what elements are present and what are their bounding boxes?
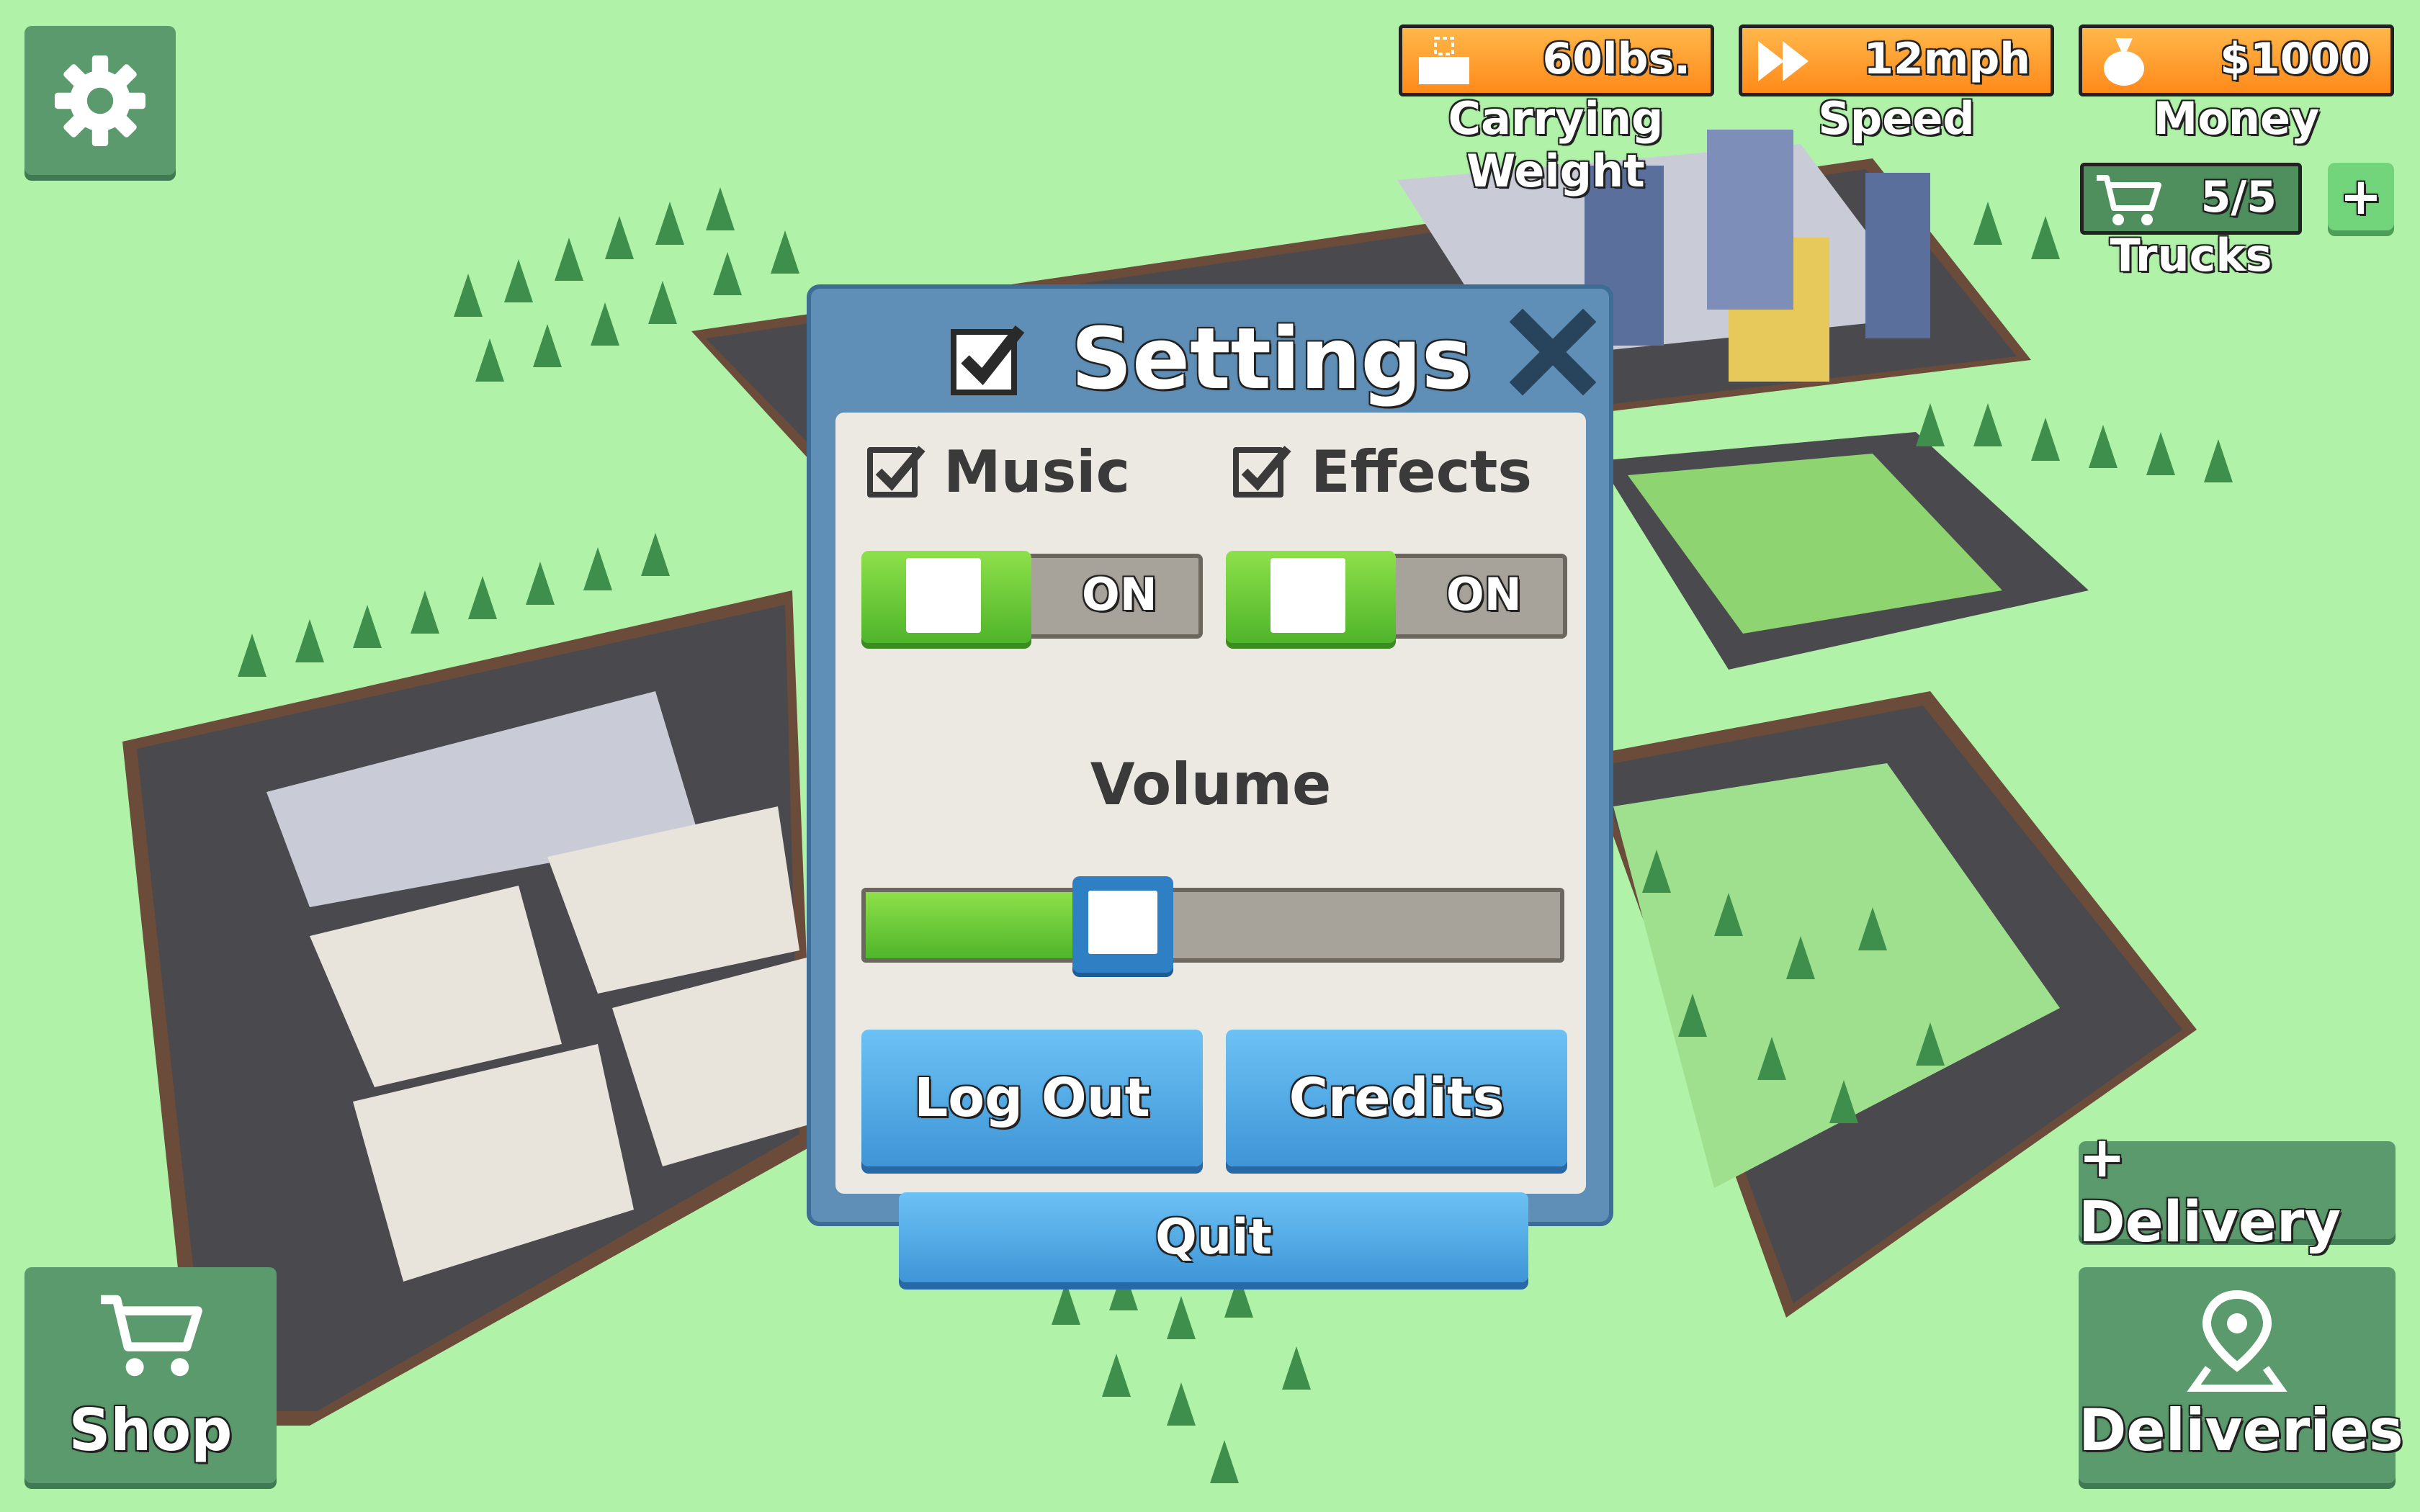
map-pin-icon [2187,1290,2287,1392]
carrying-weight-value: 60lbs. [1542,34,1690,84]
settings-title: Settings [811,309,1609,408]
trucks-value: 5/5 [2200,172,2277,222]
weight-box-icon [1419,37,1469,84]
trucks-box: 5/5 [2080,163,2302,235]
fast-forward-icon [1758,41,1809,81]
effects-checkbox[interactable] [1233,446,1291,498]
settings-dialog: Settings Music Effects ON ON Volume Log … [807,284,1613,1282]
tower-3 [1865,173,1930,338]
speed-box: 12mph [1739,24,2054,96]
shop-label: Shop [68,1397,233,1464]
add-truck-button[interactable]: + [2328,163,2394,230]
deliveries-label: Deliveries [2079,1397,2403,1464]
speed-label: Speed [1818,92,1975,145]
gear-icon [55,55,145,146]
close-icon[interactable] [1510,309,1596,395]
music-label: Music [944,438,1131,505]
cart-icon [2097,175,2161,225]
shop-button[interactable]: Shop [24,1267,277,1483]
check-icon [1241,446,1291,491]
effects-toggle-knob[interactable] [1270,558,1345,633]
money-value: $1000 [2220,34,2370,84]
carrying-weight-label: Carrying Weight [1448,92,1664,197]
settings-title-text: Settings [1071,309,1473,408]
settings-button[interactable] [24,26,176,175]
money-label: Money [2153,92,2320,145]
log-out-button[interactable]: Log Out [861,1030,1203,1166]
deliveries-button[interactable]: Deliveries [2079,1267,2403,1483]
volume-slider-handle[interactable] [1072,876,1173,973]
effects-toggle-fill [1226,551,1396,643]
cart-icon [101,1295,202,1377]
speed-value: 12mph [1863,34,2030,84]
check-icon [875,446,926,491]
money-box: $1000 [2079,24,2394,96]
music-toggle-fill [861,551,1031,643]
effects-toggle[interactable]: ON [1226,551,1567,643]
checkbox-icon [950,325,1025,395]
quit-button[interactable]: Quit [899,1192,1528,1282]
credits-button[interactable]: Credits [1226,1030,1567,1166]
effects-toggle-state: ON [1446,568,1522,621]
volume-slider[interactable] [861,876,1564,973]
music-toggle[interactable]: ON [861,551,1203,643]
effects-label: Effects [1311,438,1532,505]
add-delivery-button[interactable]: + Delivery [2079,1125,2396,1255]
money-bag-icon [2104,38,2144,86]
carrying-weight-box: 60lbs. [1399,24,1714,96]
music-toggle-knob[interactable] [906,558,981,633]
settings-content: Music Effects ON ON Volume Log Out Credi… [835,413,1586,1282]
music-checkbox[interactable] [867,446,926,498]
trucks-label: Trucks [2110,229,2272,282]
volume-label: Volume [1090,751,1332,818]
music-toggle-state: ON [1082,568,1157,621]
